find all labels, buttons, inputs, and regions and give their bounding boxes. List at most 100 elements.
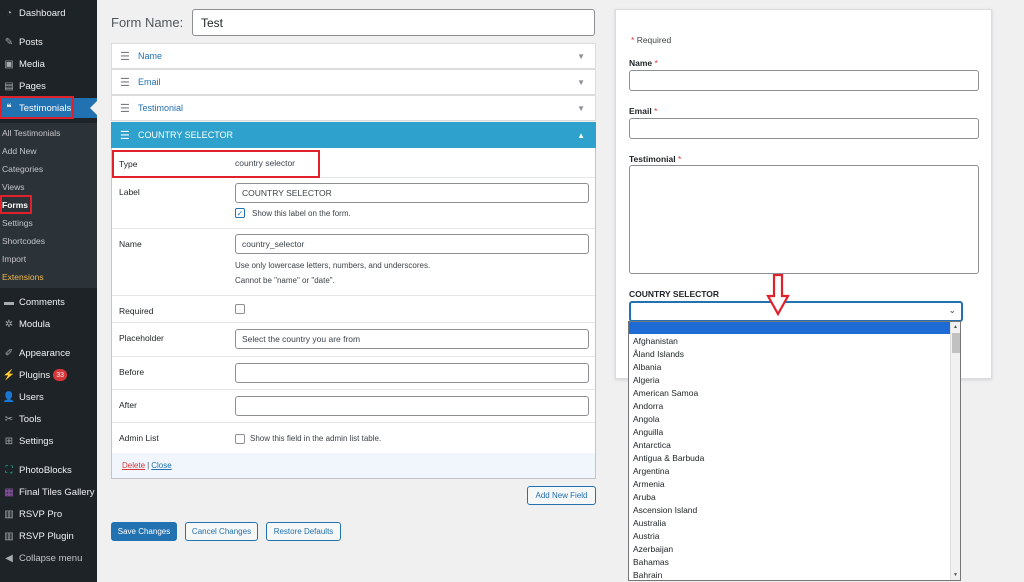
menu-posts[interactable]: ✎ Posts [0, 32, 97, 52]
dropdown-option[interactable]: Bahamas [633, 556, 949, 569]
field-row-testimonial[interactable]: ☰ Testimonial ▼ [111, 95, 596, 121]
field-row-email[interactable]: ☰ Email ▼ [111, 69, 596, 95]
chevron-down-icon[interactable]: ▼ [577, 104, 585, 113]
drag-handle-icon[interactable]: ☰ [120, 129, 138, 142]
close-field-link[interactable]: Close [151, 461, 171, 470]
dropdown-option[interactable]: Antarctica [633, 439, 949, 452]
plugins-update-badge: 33 [53, 369, 68, 381]
dropdown-option[interactable]: Azerbaijan [633, 543, 949, 556]
dropdown-option[interactable]: American Samoa [633, 387, 949, 400]
menu-final-tiles-gallery[interactable]: ▦ Final Tiles Gallery [0, 482, 97, 502]
add-new-field-button[interactable]: Add New Field [527, 486, 596, 505]
dropdown-option[interactable]: Ascension Island [633, 504, 949, 517]
after-input[interactable] [235, 396, 589, 416]
dropdown-option[interactable]: Andorra [633, 400, 949, 413]
cancel-changes-button[interactable]: Cancel Changes [185, 522, 258, 541]
country-dropdown-list[interactable]: Afghanistan Åland Islands Albania Algeri… [628, 321, 961, 581]
prop-row-name: Name country_selector Use only lowercase… [112, 229, 595, 296]
menu-collapse[interactable]: ◀ Collapse menu [0, 548, 97, 568]
chevron-down-icon: ⌄ [948, 305, 956, 315]
menu-settings[interactable]: ⊞ Settings [0, 431, 97, 451]
dropdown-option[interactable]: Australia [633, 517, 949, 530]
dropdown-option[interactable]: Antigua & Barbuda [633, 452, 949, 465]
dropdown-option[interactable]: Åland Islands [633, 348, 949, 361]
preview-country-select[interactable]: ⌄ [629, 301, 963, 322]
admin-list-label: Admin List [119, 433, 159, 443]
wrench-icon: ✂ [4, 413, 14, 425]
required-checkbox[interactable] [235, 304, 245, 314]
submenu-add-new[interactable]: Add New [0, 142, 97, 159]
delete-field-link[interactable]: Delete [122, 461, 145, 470]
preview-name-label: Name * [629, 58, 658, 68]
preview-testimonial-textarea[interactable] [629, 165, 979, 274]
label-input[interactable]: COUNTRY SELECTOR [235, 183, 589, 203]
menu-photoblocks[interactable]: ⛶ PhotoBlocks [0, 460, 97, 480]
drag-handle-icon[interactable]: ☰ [120, 102, 138, 115]
dropdown-option[interactable]: Afghanistan [633, 335, 949, 348]
dropdown-option[interactable]: Armenia [633, 478, 949, 491]
dropdown-option[interactable]: Albania [633, 361, 949, 374]
scrollbar-thumb[interactable] [952, 333, 960, 353]
dropdown-option[interactable]: Algeria [633, 374, 949, 387]
field-row-label: Email [138, 77, 161, 87]
submenu-shortcodes[interactable]: Shortcodes [0, 232, 97, 249]
field-row-label: Testimonial [138, 103, 184, 113]
menu-comments[interactable]: ▬ Comments [0, 292, 97, 312]
drag-handle-icon[interactable]: ☰ [120, 76, 138, 89]
menu-modula[interactable]: ✲ Modula [0, 314, 97, 334]
menu-tools[interactable]: ✂ Tools [0, 409, 97, 429]
after-label: After [119, 400, 137, 410]
highlight-box-forms [0, 195, 32, 214]
admin-list-checkbox[interactable] [235, 434, 245, 444]
submenu-views[interactable]: Views [0, 178, 97, 195]
rsvp-icon: ▥ [4, 508, 14, 520]
dropdown-option[interactable]: Angola [633, 413, 949, 426]
field-row-label: COUNTRY SELECTOR [138, 130, 234, 140]
dropdown-option[interactable]: Anguilla [633, 426, 949, 439]
menu-pages[interactable]: ▤ Pages [0, 76, 97, 96]
prop-row-required: Required [112, 296, 595, 323]
menu-dashboard[interactable]: ◔ Dashboard [0, 3, 97, 23]
form-name-label: Form Name: [111, 15, 184, 30]
save-changes-button[interactable]: Save Changes [111, 522, 177, 541]
restore-defaults-button[interactable]: Restore Defaults [266, 522, 341, 541]
dropdown-option[interactable]: Bahrain [633, 569, 949, 580]
field-row-name[interactable]: ☰ Name ▼ [111, 43, 596, 69]
dropdown-scrollbar[interactable]: ▲ ▼ [950, 322, 960, 580]
preview-name-input[interactable] [629, 70, 979, 91]
pages-icon: ▤ [4, 80, 14, 92]
dropdown-option[interactable]: Argentina [633, 465, 949, 478]
menu-media[interactable]: ▣ Media [0, 54, 97, 74]
menu-plugins[interactable]: ⚡ Plugins 33 [0, 365, 97, 385]
submenu-all-testimonials[interactable]: All Testimonials [0, 124, 97, 141]
chevron-down-icon[interactable]: ▼ [577, 52, 585, 61]
field-row-country-selector[interactable]: ☰ COUNTRY SELECTOR ▲ [111, 122, 596, 148]
scroll-up-icon[interactable]: ▲ [953, 324, 958, 330]
chevron-up-icon[interactable]: ▲ [577, 131, 585, 140]
preview-country-label: COUNTRY SELECTOR [629, 289, 720, 299]
submenu-settings[interactable]: Settings [0, 214, 97, 231]
prop-row-placeholder: Placeholder Select the country you are f… [112, 323, 595, 357]
menu-appearance[interactable]: ✐ Appearance [0, 343, 97, 363]
photoblocks-icon: ⛶ [5, 464, 13, 476]
scroll-down-icon[interactable]: ▼ [953, 572, 958, 578]
brush-icon: ✐ [4, 347, 14, 359]
before-input[interactable] [235, 363, 589, 383]
modula-icon: ✲ [4, 318, 14, 330]
menu-rsvp-pro[interactable]: ▥ RSVP Pro [0, 504, 97, 524]
name-input[interactable]: country_selector [235, 234, 589, 254]
dropdown-option[interactable]: Aruba [633, 491, 949, 504]
dropdown-option[interactable]: Austria [633, 530, 949, 543]
preview-email-input[interactable] [629, 118, 979, 139]
submenu-import[interactable]: Import [0, 250, 97, 267]
form-name-input[interactable]: Test [192, 9, 595, 36]
drag-handle-icon[interactable]: ☰ [120, 50, 138, 63]
submenu-extensions[interactable]: Extensions [0, 268, 97, 285]
submenu-categories[interactable]: Categories [0, 160, 97, 177]
placeholder-input[interactable]: Select the country you are from [235, 329, 589, 349]
chevron-down-icon[interactable]: ▼ [577, 78, 585, 87]
menu-rsvp-plugin[interactable]: ▥ RSVP Plugin [0, 526, 97, 546]
dropdown-selected-placeholder[interactable] [629, 322, 951, 334]
menu-users[interactable]: 👤 Users [0, 387, 97, 407]
show-label-checkbox[interactable]: ✓ [235, 208, 245, 218]
